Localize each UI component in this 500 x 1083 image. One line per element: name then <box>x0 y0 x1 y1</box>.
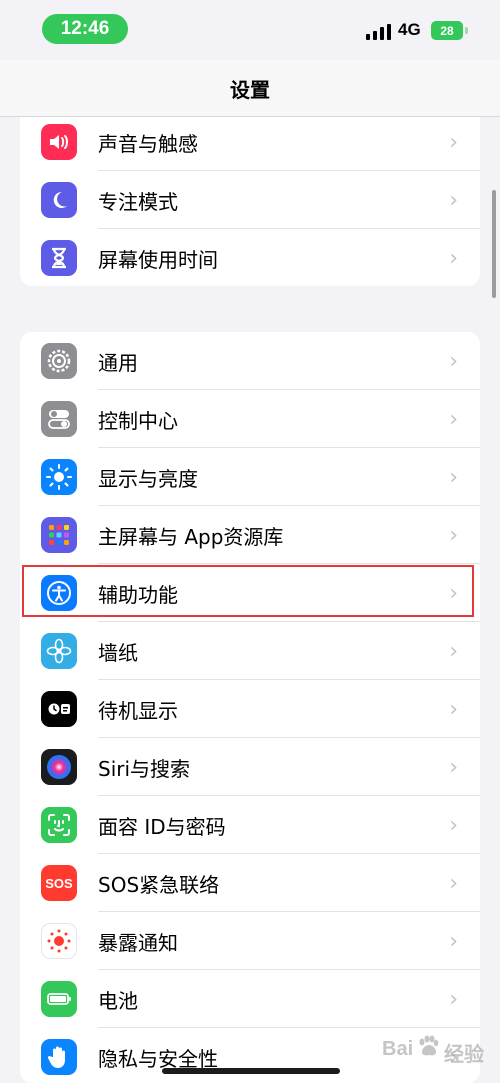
settings-row-label: 声音与触感 <box>98 131 198 156</box>
settings-row-face-id[interactable]: 面容 ID与密码 › <box>20 796 480 854</box>
settings-row-label: 电池 <box>98 988 138 1013</box>
settings-row-label: 通用 <box>98 350 138 375</box>
settings-row-focus[interactable]: 专注模式 › <box>20 171 480 229</box>
battery-icon <box>41 981 77 1017</box>
settings-group-1: 声音与触感 › 专注模式 › 屏幕使用时间 › <box>20 106 480 286</box>
settings-row-sos[interactable]: SOS SOS紧急联络 › <box>20 854 480 912</box>
moon-icon <box>41 182 77 218</box>
settings-row-label: 面容 ID与密码 <box>98 814 226 839</box>
chevron-right-icon: › <box>449 580 458 606</box>
home-indicator[interactable] <box>162 1068 340 1074</box>
settings-row-general[interactable]: 通用 › <box>20 332 480 390</box>
scrollbar[interactable] <box>492 190 496 298</box>
page-title: 设置 <box>230 77 270 102</box>
settings-row-label: 控制中心 <box>98 408 178 433</box>
settings-row-label: 主屏幕与 App资源库 <box>98 524 284 549</box>
watermark-logo: Bai 经验 <box>382 1028 492 1076</box>
chevron-right-icon: › <box>449 187 458 213</box>
chevron-right-icon: › <box>449 986 458 1012</box>
chevron-right-icon: › <box>449 696 458 722</box>
chevron-right-icon: › <box>449 464 458 490</box>
settings-row-label: 显示与亮度 <box>98 466 198 491</box>
chevron-right-icon: › <box>449 522 458 548</box>
hourglass-icon <box>41 240 77 276</box>
siri-icon <box>41 749 77 785</box>
gear-icon <box>41 343 77 379</box>
settings-row-home-screen[interactable]: 主屏幕与 App资源库 › <box>20 506 480 564</box>
navigation-bar: 设置 <box>0 60 500 117</box>
settings-row-label: 待机显示 <box>98 698 178 723</box>
hand-icon <box>41 1039 77 1075</box>
speaker-icon <box>41 124 77 160</box>
status-time[interactable]: 12:46 <box>42 14 128 44</box>
chevron-right-icon: › <box>449 870 458 896</box>
accessibility-icon <box>41 575 77 611</box>
settings-row-control-center[interactable]: 控制中心 › <box>20 390 480 448</box>
sos-icon: SOS <box>41 865 77 901</box>
settings-group-2: 通用 › 控制中心 › 显示与亮度 › 主屏幕与 App资源库 › 辅助功能 › <box>20 332 480 1083</box>
settings-row-battery[interactable]: 电池 › <box>20 970 480 1028</box>
settings-row-standby[interactable]: 待机显示 › <box>20 680 480 738</box>
cellular-signal-icon <box>366 24 391 40</box>
chevron-right-icon: › <box>449 245 458 271</box>
settings-row-siri[interactable]: Siri与搜索 › <box>20 738 480 796</box>
settings-row-exposure[interactable]: 暴露通知 › <box>20 912 480 970</box>
sun-icon <box>41 459 77 495</box>
settings-row-label: 墙纸 <box>98 640 138 665</box>
battery-icon <box>465 27 468 34</box>
chevron-right-icon: › <box>449 812 458 838</box>
app-grid-icon <box>41 517 77 553</box>
toggles-icon <box>41 401 77 437</box>
settings-row-wallpaper[interactable]: 墙纸 › <box>20 622 480 680</box>
face-id-icon <box>41 807 77 843</box>
settings-row-sounds[interactable]: 声音与触感 › <box>20 113 480 171</box>
settings-row-label: 专注模式 <box>98 189 178 214</box>
settings-row-label: 屏幕使用时间 <box>98 247 218 272</box>
chevron-right-icon: › <box>449 406 458 432</box>
chevron-right-icon: › <box>449 638 458 664</box>
flower-icon <box>41 633 77 669</box>
exposure-icon <box>41 923 77 959</box>
chevron-right-icon: › <box>449 129 458 155</box>
battery-level: 28 <box>431 21 463 40</box>
settings-row-label: Siri与搜索 <box>98 756 191 781</box>
chevron-right-icon: › <box>449 754 458 780</box>
chevron-right-icon: › <box>449 928 458 954</box>
settings-row-screen-time[interactable]: 屏幕使用时间 › <box>20 229 480 286</box>
settings-row-accessibility[interactable]: 辅助功能 › <box>20 564 480 622</box>
settings-row-label: SOS紧急联络 <box>98 872 220 897</box>
status-bar: 12:46 4G 28 <box>0 0 500 60</box>
sos-icon-text: SOS <box>45 875 73 891</box>
settings-row-display[interactable]: 显示与亮度 › <box>20 448 480 506</box>
network-type: 4G <box>398 20 421 39</box>
chevron-right-icon: › <box>449 348 458 374</box>
settings-row-label: 暴露通知 <box>98 930 178 955</box>
standby-icon <box>41 691 77 727</box>
settings-row-label: 辅助功能 <box>98 582 178 607</box>
